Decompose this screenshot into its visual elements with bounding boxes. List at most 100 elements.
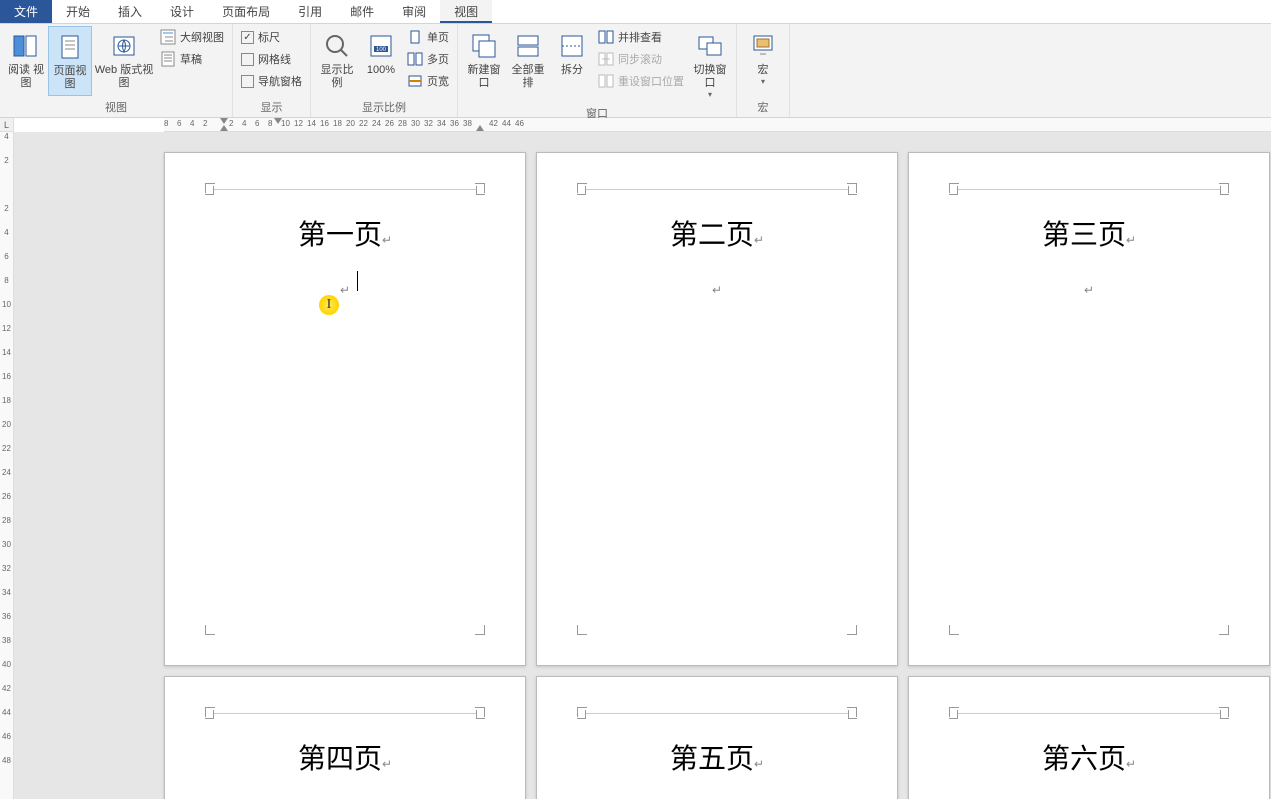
page-width-button[interactable]: 页宽	[403, 70, 453, 92]
ribbon: 阅读 视图 页面视图 Web 版式视图 大纲视图 草稿 视图	[0, 24, 1271, 118]
document-page[interactable]: 第三页↵ ↵	[908, 152, 1270, 666]
ruler-tick: 6	[255, 119, 259, 128]
checkbox-icon	[241, 53, 254, 66]
ruler-tick: 4	[190, 119, 194, 128]
ruler-tick: 20	[346, 119, 355, 128]
multi-page-button[interactable]: 多页	[403, 48, 453, 70]
macro-icon	[747, 30, 779, 62]
new-window-icon	[468, 30, 500, 62]
document-page[interactable]: 第二页↵ ↵	[536, 152, 898, 666]
ruler-tick: 10	[281, 119, 290, 128]
paragraph-mark: ↵	[585, 283, 849, 297]
ruler-tick: 18	[333, 119, 342, 128]
switch-window-label: 切换窗口	[690, 64, 730, 90]
tab-home[interactable]: 开始	[52, 0, 104, 23]
ruler-tick: 10	[0, 300, 13, 309]
tab-layout[interactable]: 页面布局	[208, 0, 284, 23]
margin-guide	[213, 713, 477, 714]
ruler-tick: 46	[515, 119, 524, 128]
sync-scroll-button[interactable]: 同步滚动	[594, 48, 688, 70]
zoom-button[interactable]: 显示比例	[315, 26, 359, 94]
read-view-icon	[10, 30, 42, 62]
ruler-corner: L	[0, 118, 13, 132]
tab-design[interactable]: 设计	[156, 0, 208, 23]
web-view-icon	[108, 30, 140, 62]
indent-marker-bottom[interactable]	[220, 125, 228, 131]
document-page[interactable]: 第六页↵ ↵	[908, 676, 1270, 799]
indent-marker-top[interactable]	[220, 118, 228, 124]
ruler-tick: 28	[0, 516, 13, 525]
web-view-label: Web 版式视图	[94, 64, 154, 90]
ruler-tick: 4	[0, 228, 13, 237]
ruler-tick: 30	[411, 119, 420, 128]
crop-mark	[1219, 707, 1229, 717]
zoom-100-label: 100%	[367, 64, 395, 77]
arrange-all-icon	[512, 30, 544, 62]
arrange-all-label: 全部重排	[508, 64, 548, 90]
ruler-tick: 32	[0, 564, 13, 573]
page-heading: 第一页↵	[213, 213, 477, 253]
macro-button[interactable]: 宏 ▾	[741, 26, 785, 90]
ruler-tick: 4	[242, 119, 246, 128]
navpane-checkbox[interactable]: 导航窗格	[237, 70, 306, 92]
crop-mark	[847, 625, 857, 635]
one-page-label: 单页	[427, 29, 449, 45]
page-heading: 第五页↵	[585, 737, 849, 777]
ribbon-group-macro: 宏 ▾ 宏	[737, 24, 790, 117]
highlight-cursor-icon: I	[319, 295, 339, 315]
zoom-100-button[interactable]: 100 100%	[359, 26, 403, 81]
tab-mail[interactable]: 邮件	[336, 0, 388, 23]
new-window-button[interactable]: 新建窗口	[462, 26, 506, 94]
indent-marker-right[interactable]	[476, 125, 484, 131]
side-by-side-button[interactable]: 并排查看	[594, 26, 688, 48]
ruler-tick: 8	[268, 119, 272, 128]
page-view-button[interactable]: 页面视图	[48, 26, 92, 96]
split-button[interactable]: 拆分	[550, 26, 594, 81]
arrange-all-button[interactable]: 全部重排	[506, 26, 550, 94]
margin-guide	[585, 189, 849, 190]
outline-view-button[interactable]: 大纲视图	[156, 26, 228, 48]
switch-window-button[interactable]: 切换窗口 ▾	[688, 26, 732, 103]
ruler-tick: 24	[372, 119, 381, 128]
document-page[interactable]: 第一页↵ ↵ I	[164, 152, 526, 666]
page-view-label: 页面视图	[51, 65, 89, 91]
ruler-label: 标尺	[258, 29, 280, 45]
ruler-tick: 12	[294, 119, 303, 128]
tab-insert[interactable]: 插入	[104, 0, 156, 23]
gridlines-checkbox[interactable]: 网格线	[237, 48, 306, 70]
tab-view[interactable]: 视图	[440, 0, 492, 23]
multi-page-icon	[407, 51, 423, 67]
horizontal-ruler[interactable]: 8642246810121416182022242628303234363842…	[164, 118, 1271, 132]
tab-file[interactable]: 文件	[0, 0, 52, 23]
vertical-ruler[interactable]: L 42246810121416182022242628303234363840…	[0, 118, 14, 799]
document-page[interactable]: 第五页↵ ↵	[536, 676, 898, 799]
tab-review[interactable]: 审阅	[388, 0, 440, 23]
read-view-button[interactable]: 阅读 视图	[4, 26, 48, 94]
page-heading: 第二页↵	[585, 213, 849, 253]
document-page[interactable]: 第四页↵ ↵	[164, 676, 526, 799]
zoom-100-icon: 100	[365, 30, 397, 62]
ruler-tick: 44	[0, 708, 13, 717]
crop-mark	[577, 183, 587, 193]
ruler-tick: 34	[0, 588, 13, 597]
ruler-tick: 8	[0, 276, 13, 285]
ruler-tick: 28	[398, 119, 407, 128]
draft-view-button[interactable]: 草稿	[156, 48, 228, 70]
one-page-button[interactable]: 单页	[403, 26, 453, 48]
sync-scroll-label: 同步滚动	[618, 51, 662, 67]
page-heading: 第六页↵	[957, 737, 1221, 777]
checkbox-icon	[241, 75, 254, 88]
web-view-button[interactable]: Web 版式视图	[92, 26, 156, 94]
crop-mark	[577, 707, 587, 717]
document-canvas[interactable]: 第一页↵ ↵ I 第二页↵ ↵ 第三页↵ ↵ 第四页↵ ↵ 第五页↵	[14, 132, 1271, 799]
new-window-label: 新建窗口	[464, 64, 504, 90]
tab-references[interactable]: 引用	[284, 0, 336, 23]
crop-mark	[205, 625, 215, 635]
paragraph-mark: ↵	[213, 283, 477, 297]
ruler-tick: 34	[437, 119, 446, 128]
ruler-checkbox[interactable]: ✓ 标尺	[237, 26, 306, 48]
ribbon-group-show: ✓ 标尺 网格线 导航窗格 显示	[233, 24, 311, 117]
ruler-tick: 2	[203, 119, 207, 128]
reset-window-button[interactable]: 重设窗口位置	[594, 70, 688, 92]
ruler-tick: 12	[0, 324, 13, 333]
